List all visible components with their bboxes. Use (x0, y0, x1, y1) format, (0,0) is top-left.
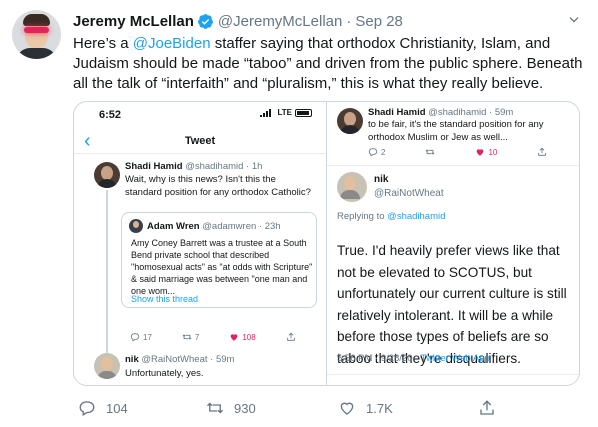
share-icon (286, 332, 295, 341)
like-button[interactable]: 1.7K (338, 399, 393, 417)
status-bar: 6:52 LTE (74, 102, 326, 124)
right-tweet2-meta: 5:56 PM · 9/28/20 · Twitter Web App (337, 353, 490, 364)
thread-line (106, 190, 108, 370)
tweet1-share (286, 332, 296, 342)
network-label: LTE (277, 108, 292, 117)
right-tweet2-source: Twitter Web App (420, 353, 490, 364)
tweet2-handle: @RaiNotWheat · 59m (141, 354, 235, 365)
tweet1-retweet-count: 7 (194, 332, 200, 342)
right-tweet2-timestamp: 5:56 PM · 9/28/20 · (337, 353, 421, 364)
chevron-down-icon[interactable] (566, 12, 582, 28)
tweet1-author: Shadi Hamid @shadihamid · 1h (125, 161, 262, 172)
quoted-tweet: Adam Wren @adamwren · 23h Amy Coney Barr… (121, 212, 317, 308)
retweet-count: 930 (234, 400, 256, 416)
tweet1-text: Wait, why is this news? Isn't this the s… (125, 174, 311, 198)
tweet-header: Jeremy McLellan @JeremyMcLellan · Sep 28 (73, 11, 403, 31)
right-screenshot: Shadi Hamid @shadihamid · 59m to be fair… (327, 102, 579, 385)
like-icon (477, 149, 484, 156)
replying-label: Replying to (337, 211, 388, 222)
quote-name: Adam Wren (147, 220, 200, 232)
right-separator-1 (327, 165, 579, 166)
verified-icon (197, 13, 213, 29)
tweet1-actions: 17 7 108 (130, 332, 296, 342)
tweet2-author: nik @RaiNotWheat · 59m (125, 354, 234, 365)
mention-link[interactable]: @JoeBiden (133, 35, 211, 52)
reply-icon (79, 401, 95, 416)
tweet1-like: 108 (229, 332, 256, 342)
like-icon (231, 334, 238, 341)
shadi-avatar (94, 162, 120, 188)
tweet2-name: nik (125, 354, 139, 365)
status-network: LTE (260, 108, 312, 117)
retweet-icon (182, 334, 192, 340)
retweet-icon (425, 149, 435, 155)
like-icon (340, 402, 354, 415)
nik-avatar (94, 353, 120, 379)
tweet1-retweet: 7 (182, 332, 199, 342)
right-tweet1-retweet (425, 147, 435, 157)
signal-icon (260, 108, 272, 117)
retweet-icon (207, 402, 223, 414)
replying-to: Replying to @shadihamid (337, 211, 445, 222)
author-avatar[interactable] (12, 10, 61, 59)
like-count: 1.7K (366, 400, 393, 416)
reply-icon (368, 148, 378, 157)
right-tweet1-like: 10 (475, 147, 497, 157)
quote-author: Adam Wren @adamwren · 23h (147, 221, 281, 232)
right-tweet2-handle: @RaiNotWheat (374, 188, 444, 199)
tweet1-like-count: 108 (242, 332, 256, 342)
right-tweet2-text: True. I'd heavily prefer views like that… (337, 243, 567, 366)
author-handle[interactable]: @JeremyMcLellan (218, 13, 342, 30)
quote-header: Adam Wren @adamwren · 23h (129, 219, 281, 233)
right-tweet2-name: nik (374, 174, 389, 185)
nav-title: Tweet (184, 135, 216, 147)
tweet-media[interactable]: 6:52 LTE ‹ Tweet Shadi Hamid @shadihamid… (73, 101, 580, 386)
right-separator-2 (327, 374, 579, 375)
share-icon (480, 400, 494, 415)
nik-avatar-right (337, 172, 367, 202)
reply-count: 104 (106, 400, 128, 416)
tweet2-text: Unfortunately, yes. (125, 368, 204, 379)
author-name[interactable]: Jeremy McLellan (73, 13, 194, 30)
right-tweet1-name: Shadi Hamid (368, 107, 426, 118)
left-screenshot: 6:52 LTE ‹ Tweet Shadi Hamid @shadihamid… (74, 102, 326, 385)
show-thread-link: Show this thread (131, 294, 199, 304)
tweet-text: Here’s a @JoeBiden staffer saying that o… (73, 34, 588, 94)
right-tweet1-text: to be fair, it's the standard position f… (368, 119, 544, 143)
right-tweet1-like-count: 10 (488, 147, 498, 157)
tweet1-name: Shadi Hamid (125, 161, 183, 172)
right-tweet1-reply-count: 2 (381, 147, 386, 157)
right-tweet1-actions: 2 10 (368, 147, 547, 157)
battery-icon (295, 108, 312, 117)
retweet-button[interactable]: 930 (206, 399, 256, 417)
right-tweet1-handle: @shadihamid · 59m (428, 107, 514, 118)
tweet-card[interactable]: Jeremy McLellan @JeremyMcLellan · Sep 28… (0, 0, 598, 427)
tweet1-reply: 17 (130, 332, 152, 342)
adam-avatar (129, 219, 143, 233)
shadi-avatar-right (337, 108, 363, 134)
header-separator: · (346, 12, 352, 30)
reply-button[interactable]: 104 (78, 399, 128, 417)
tweet-date[interactable]: Sep 28 (355, 13, 403, 30)
tweet-text-start: Here’s a (73, 35, 133, 52)
reply-icon (130, 333, 140, 342)
tweet-actions: 104 930 1.7K (73, 399, 533, 419)
status-time: 6:52 (99, 109, 122, 121)
quote-text: Amy Coney Barrett was a trustee at a Sou… (131, 238, 313, 296)
quote-handle: @adamwren · 23h (202, 220, 281, 232)
share-icon (538, 147, 547, 156)
right-tweet1-share (537, 147, 547, 157)
tweet1-reply-count: 17 (143, 332, 152, 342)
right-tweet1-reply: 2 (368, 147, 385, 157)
replying-mention: @shadihamid (387, 211, 446, 222)
right-tweet1-author: Shadi Hamid @shadihamid · 59m (368, 107, 513, 118)
nav-bar: ‹ Tweet (74, 128, 326, 154)
tweet1-handle: @shadihamid · 1h (185, 161, 263, 172)
share-button[interactable] (478, 399, 496, 417)
